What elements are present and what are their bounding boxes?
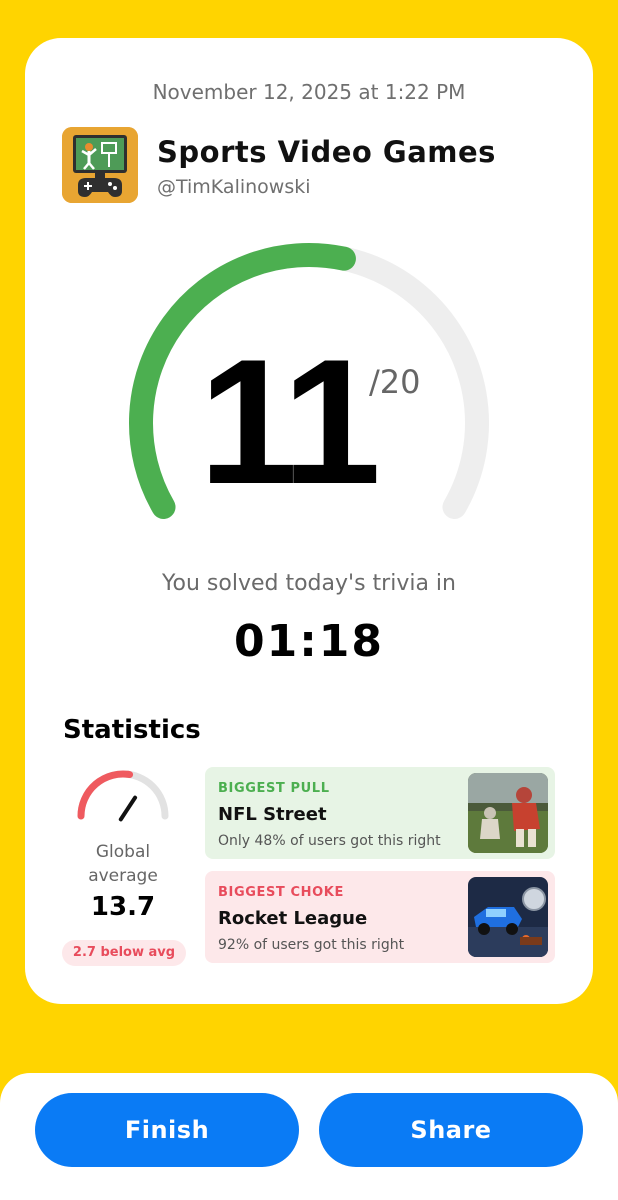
biggest-pull-kicker: BIGGEST PULL [218, 781, 330, 796]
finish-button[interactable]: Finish [35, 1093, 299, 1167]
global-average-label: Global average [88, 842, 158, 886]
score-max: /20 [369, 363, 421, 401]
global-average-value: 13.7 [90, 892, 156, 922]
global-average-gauge [77, 770, 169, 822]
biggest-choke-kicker: BIGGEST CHOKE [218, 885, 344, 900]
statistics-title: Statistics [63, 715, 201, 745]
share-button[interactable]: Share [319, 1093, 583, 1167]
solved-time: 01:18 [233, 616, 385, 667]
global-gauge-needle [118, 795, 138, 822]
global-gauge-fill [77, 770, 134, 820]
below-average-badge: 2.7 below avg [62, 940, 186, 966]
bottom-action-bar: Finish Share [0, 1073, 618, 1200]
global-gauge-track [77, 770, 169, 820]
biggest-choke-desc: 92% of users got this right [218, 937, 405, 953]
biggest-choke-name: Rocket League [218, 908, 368, 929]
biggest-pull-name: NFL Street [218, 804, 327, 825]
biggest-choke-card[interactable]: BIGGEST CHOKE Rocket League 92% of users… [205, 871, 555, 963]
nfl-street-thumbnail [468, 773, 548, 853]
score-value: 11 [198, 322, 381, 521]
rocket-league-thumbnail [468, 877, 548, 957]
solved-label: You solved today's trivia in [162, 571, 456, 596]
result-card: November 12, 2025 at 1:22 PM Sports Vide… [25, 38, 593, 1004]
biggest-pull-desc: Only 48% of users got this right [218, 833, 441, 849]
biggest-pull-card[interactable]: BIGGEST PULL NFL Street Only 48% of user… [205, 767, 555, 859]
